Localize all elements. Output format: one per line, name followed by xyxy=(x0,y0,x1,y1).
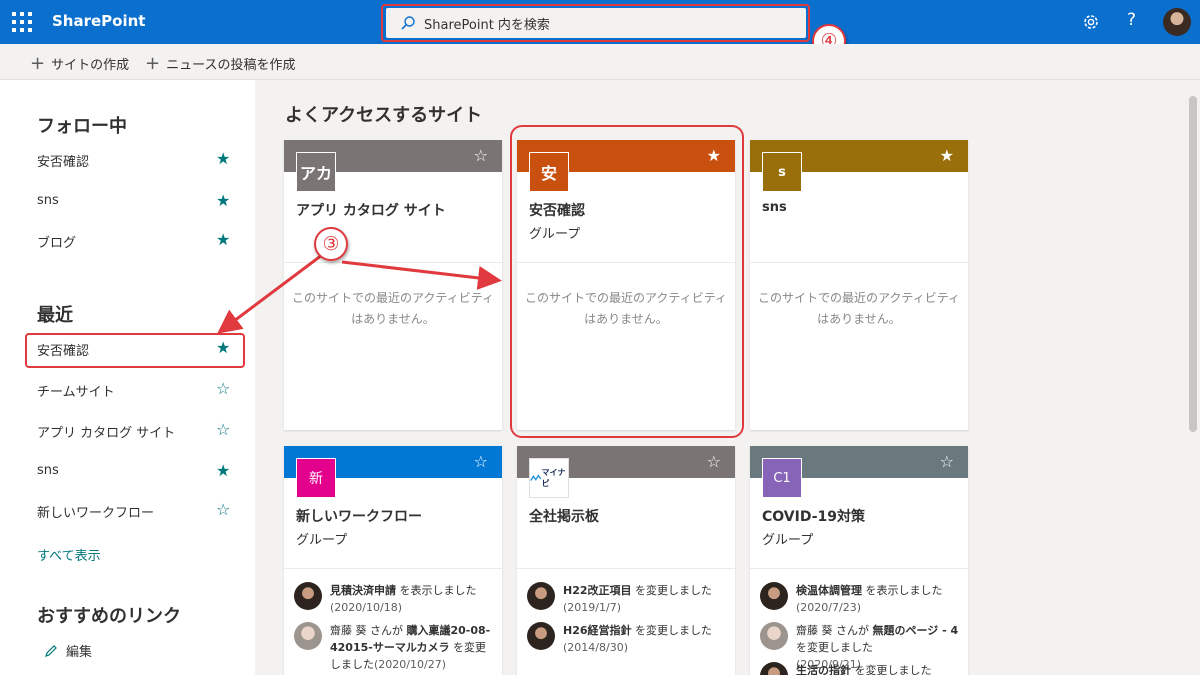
divider xyxy=(750,262,968,263)
site-name[interactable]: sns xyxy=(762,200,787,215)
avatar xyxy=(760,582,788,610)
star-outline-icon[interactable]: ☆ xyxy=(216,500,230,519)
no-activity-text: このサイトでの最近のアクティビティ はありません。 xyxy=(758,291,960,326)
create-site-button[interactable]: + サイトの作成 xyxy=(30,54,129,73)
star-outline-icon[interactable]: ☆ xyxy=(474,452,488,471)
star-outline-icon[interactable]: ☆ xyxy=(216,379,230,398)
frequent-sites-heading: よくアクセスするサイト xyxy=(285,105,483,126)
divider xyxy=(284,262,502,263)
activity-item[interactable]: 齋藤 葵 さんが 購入稟議20-08-42015-サーマルカメラ を変更しました… xyxy=(294,622,494,673)
app-launcher-icon[interactable] xyxy=(12,12,32,32)
recommended-links-heading: おすすめのリンク xyxy=(37,606,181,627)
recent-heading: 最近 xyxy=(37,305,73,326)
card-highlight-annotation xyxy=(510,125,744,438)
avatar xyxy=(294,582,322,610)
nav-recent-item[interactable]: チームサイト xyxy=(37,381,237,400)
site-card-sns[interactable]: ★ s sns このサイトでの最近のアクティビティ はありません。 xyxy=(750,140,968,430)
pencil-icon xyxy=(45,644,57,657)
plus-icon: + xyxy=(145,52,161,74)
activity-item[interactable]: H26経営指針 を変更しました (2014/8/30) xyxy=(527,622,727,656)
nav-highlight-annotation xyxy=(25,333,245,368)
scrollbar-thumb[interactable] xyxy=(1189,96,1197,432)
star-icon[interactable]: ★ xyxy=(940,146,954,165)
nav-following-item[interactable]: sns xyxy=(37,193,237,208)
divider xyxy=(750,568,968,569)
site-logo: s xyxy=(762,152,802,192)
activity-item[interactable]: 生活の指針 を変更しました xyxy=(760,662,960,675)
star-icon[interactable]: ★ xyxy=(216,191,230,210)
site-name[interactable]: COVID-19対策 xyxy=(762,506,865,526)
avatar xyxy=(294,622,322,650)
divider xyxy=(284,568,502,569)
edit-label: 編集 xyxy=(66,645,93,660)
star-outline-icon[interactable]: ☆ xyxy=(940,452,954,471)
annotation-badge-3: ③ xyxy=(314,227,348,261)
activity-item[interactable]: H22改正項目 を変更しました (2019/1/7) xyxy=(527,582,727,616)
site-card-bulletin[interactable]: ☆ マイナビ 全社掲示板 H22改正項目 を変更しました (2019/1/7) H… xyxy=(517,446,735,675)
mynavi-logo-icon: マイナビ xyxy=(529,458,569,498)
site-name[interactable]: アプリ カタログ サイト xyxy=(296,200,446,220)
divider xyxy=(517,568,735,569)
star-icon[interactable]: ★ xyxy=(216,149,230,168)
site-logo: 新 xyxy=(296,458,336,498)
nav-following-item[interactable]: 安否確認 xyxy=(37,151,237,170)
see-all-link[interactable]: すべて表示 xyxy=(37,545,101,564)
create-site-label: サイトの作成 xyxy=(51,58,130,73)
star-icon[interactable]: ★ xyxy=(216,461,230,480)
nav-recent-item[interactable]: 新しいワークフロー xyxy=(37,502,237,521)
avatar[interactable] xyxy=(1163,8,1191,36)
site-card-covid[interactable]: ☆ C1 COVID-19対策 グループ 検温体調管理 を表示しました (2020… xyxy=(750,446,968,675)
avatar xyxy=(760,662,788,675)
activity-item[interactable]: 検温体調管理 を表示しました (2020/7/23) xyxy=(760,582,960,616)
following-heading: フォロー中 xyxy=(37,116,127,137)
star-outline-icon[interactable]: ☆ xyxy=(707,452,721,471)
star-outline-icon[interactable]: ☆ xyxy=(474,146,488,165)
nav-recent-item[interactable]: sns xyxy=(37,463,237,478)
activity-item[interactable]: 見積決済申請 を表示しました (2020/10/18) xyxy=(294,582,494,616)
site-name[interactable]: 新しいワークフロー xyxy=(296,506,422,526)
command-bar: + サイトの作成 + ニュースの投稿を作成 xyxy=(0,44,1200,80)
site-type: グループ xyxy=(296,533,348,548)
nav-recent-item[interactable]: アプリ カタログ サイト xyxy=(37,422,237,441)
nav-following-item[interactable]: ブログ xyxy=(37,232,237,251)
search-highlight-annotation xyxy=(381,4,810,42)
help-icon[interactable]: ? xyxy=(1127,10,1136,30)
plus-icon: + xyxy=(30,52,46,74)
gear-icon[interactable] xyxy=(1081,12,1101,32)
wave-icon xyxy=(530,474,542,481)
site-logo: C1 xyxy=(762,458,802,498)
site-logo: アカ xyxy=(296,152,336,192)
avatar xyxy=(760,622,788,650)
site-name[interactable]: 全社掲示板 xyxy=(529,506,599,526)
site-card-app-catalog[interactable]: ☆ アカ アプリ カタログ サイト このサイトでの最近のアクティビティ はありませ… xyxy=(284,140,502,430)
star-icon[interactable]: ★ xyxy=(216,230,230,249)
site-type: グループ xyxy=(762,533,814,548)
star-outline-icon[interactable]: ☆ xyxy=(216,420,230,439)
brand-link[interactable]: SharePoint xyxy=(52,12,145,30)
edit-links-button[interactable]: 編集 xyxy=(44,641,92,660)
no-activity-text: このサイトでの最近のアクティビティ はありません。 xyxy=(292,291,494,326)
site-card-workflow[interactable]: ☆ 新 新しいワークフロー グループ 見積決済申請 を表示しました (2020/1… xyxy=(284,446,502,675)
avatar xyxy=(527,622,555,650)
avatar xyxy=(527,582,555,610)
create-news-label: ニュースの投稿を作成 xyxy=(166,58,296,73)
create-news-button[interactable]: + ニュースの投稿を作成 xyxy=(145,54,295,73)
